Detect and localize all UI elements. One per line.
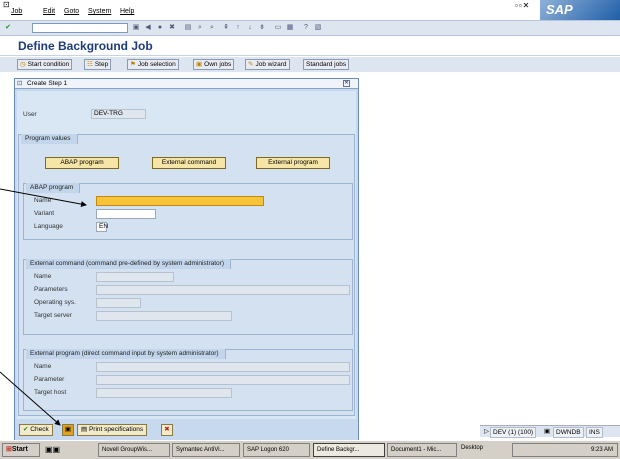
arrow-to-name-field <box>0 188 87 208</box>
system-tray: 9:23 AM <box>512 443 618 457</box>
desktop-toolbar[interactable]: Desktop <box>461 445 483 451</box>
task-define-background-job[interactable]: Define Backgr... <box>313 443 385 457</box>
start-label: Start <box>11 446 28 453</box>
arrow-to-check-button <box>0 371 61 426</box>
annotation-arrows <box>0 188 87 426</box>
task-groupwise[interactable]: Novell GroupWis... <box>98 443 170 457</box>
task-sap-logon[interactable]: SAP Logon 620 <box>243 443 310 457</box>
taskbar: ⊞Start ▣▣ Novell GroupWis... Symantec An… <box>0 440 620 459</box>
system-info: DEV (1) (100) <box>490 427 537 438</box>
quick-launch-icons[interactable]: ▣▣ <box>45 445 60 454</box>
status-bar: ▷ DEV (1) (100) ▣ DWNDB INS <box>480 425 620 438</box>
task-symantec[interactable]: Symantec AntiVi... <box>172 443 240 457</box>
start-button[interactable]: ⊞Start <box>2 443 40 457</box>
server-info: DWNDB <box>553 427 584 438</box>
insert-mode[interactable]: INS <box>586 427 603 438</box>
task-document1[interactable]: Document1 - Mic... <box>387 443 457 457</box>
clock: 9:23 AM <box>590 447 613 453</box>
status-expand-icon[interactable]: ▣ <box>542 427 552 436</box>
